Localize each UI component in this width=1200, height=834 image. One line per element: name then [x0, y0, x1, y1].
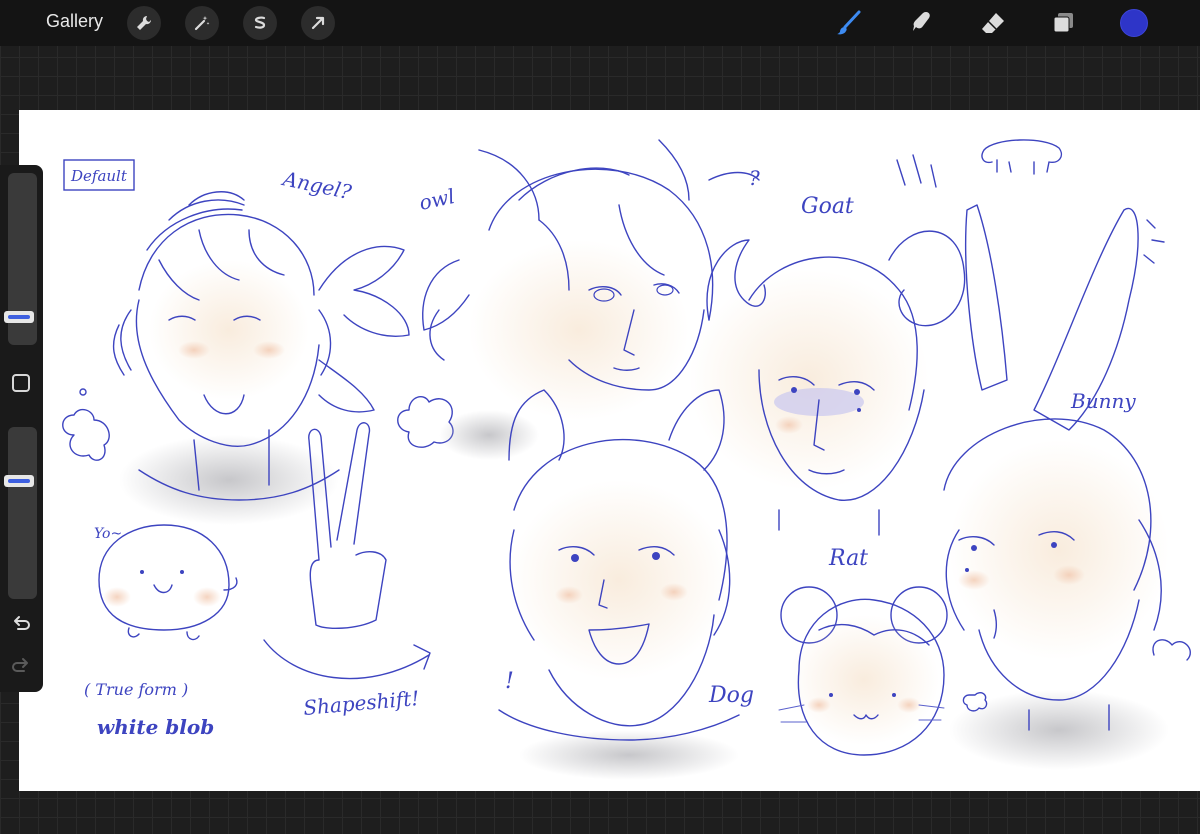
gallery-button[interactable]: Gallery: [46, 11, 103, 32]
small-critter-doodle: [981, 139, 1063, 175]
dog-head-sketch: [498, 389, 740, 780]
white-blob-sketch: Yo~ ( True form ) white blob: [84, 524, 238, 739]
bunny-label: Bunny: [1070, 389, 1136, 413]
peace-hand-sketch: [308, 422, 387, 629]
default-head-sketch: [112, 191, 410, 525]
smudge-icon[interactable]: [906, 8, 936, 38]
dog-label: Dog: [708, 683, 754, 708]
rat-label: Rat: [828, 546, 868, 571]
owl-label: owl: [417, 184, 457, 215]
shapeshift-arrow: [263, 639, 431, 680]
selection-icon[interactable]: [243, 6, 277, 40]
bunny-head-sketch: [943, 204, 1191, 770]
transform-arrow-icon[interactable]: [301, 6, 335, 40]
modify-square-icon[interactable]: [12, 374, 30, 392]
brush-icon[interactable]: [834, 8, 864, 38]
default-label: Default: [70, 167, 128, 185]
redo-icon[interactable]: [10, 655, 32, 677]
surprise-lines: [896, 154, 937, 188]
drawing-canvas[interactable]: Default Angel? Yo~ ( True form ) white b…: [19, 110, 1200, 791]
dot-doodle: [79, 388, 87, 396]
dog-exclaim-label: !: [505, 669, 514, 694]
excite-lines: [1143, 219, 1165, 264]
eraser-icon[interactable]: [978, 8, 1008, 38]
color-picker-button[interactable]: [1120, 9, 1148, 37]
wrench-icon[interactable]: [127, 6, 161, 40]
sketch-artwork: Default Angel? Yo~ ( True form ) white b…: [62, 139, 1191, 780]
layers-icon[interactable]: [1049, 8, 1079, 38]
brush-size-slider[interactable]: [4, 173, 37, 345]
opacity-slider[interactable]: [4, 427, 37, 599]
rat-head-sketch: [778, 586, 948, 756]
top-toolbar: Gallery: [0, 0, 1200, 46]
angel-label: Angel?: [279, 166, 354, 204]
white-blob-label: white blob: [97, 715, 214, 739]
goat-head-sketch: [689, 230, 966, 536]
shapeshift-label: Shapeshift!: [302, 686, 420, 720]
left-sidebar: [0, 165, 43, 692]
brush-size-thumb[interactable]: [4, 311, 34, 323]
opacity-thumb[interactable]: [4, 475, 34, 487]
magic-wand-icon[interactable]: [185, 6, 219, 40]
goat-label: Goat: [801, 194, 854, 219]
owl-question-label: ?: [749, 166, 760, 190]
true-form-label: ( True form ): [84, 680, 188, 699]
undo-icon[interactable]: [10, 613, 32, 635]
cloud-doodle-left: [62, 408, 110, 461]
